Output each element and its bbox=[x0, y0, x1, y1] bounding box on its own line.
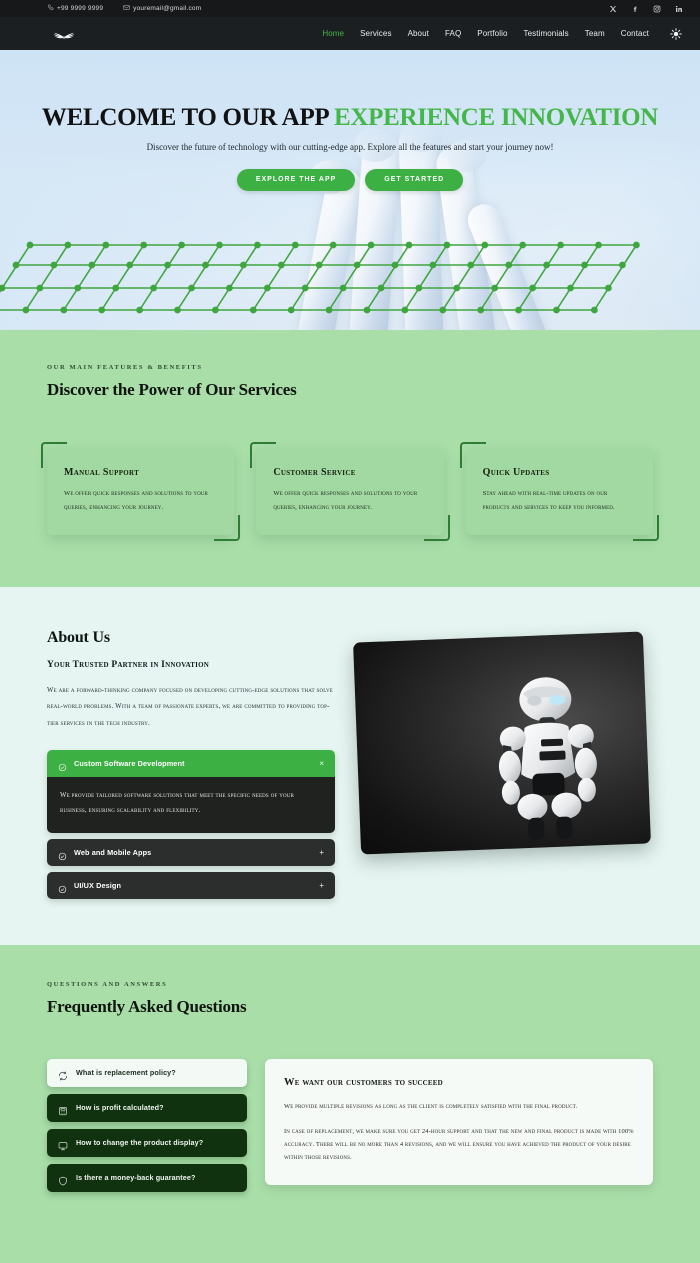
faq-tab-label: How to change the product display? bbox=[76, 1138, 204, 1148]
service-card[interactable]: Customer Service We offer quick response… bbox=[250, 442, 450, 541]
service-card-text: Stay ahead with real-time updates on our… bbox=[482, 490, 615, 511]
accordion-body: We provide tailored software solutions t… bbox=[47, 776, 335, 833]
hero-subtitle: Discover the future of technology with o… bbox=[146, 141, 554, 152]
faq-eyebrow: QUESTIONS AND ANSWERS bbox=[47, 980, 168, 988]
service-card-title: Quick Updates bbox=[482, 467, 550, 478]
about-paragraph: We are a forward-thinking company focuse… bbox=[47, 686, 333, 727]
faq-answer-heading: We want our customers to succeed bbox=[284, 1076, 443, 1088]
accordion-item-custom-software: Custom Software Development × We provide… bbox=[47, 749, 335, 833]
refresh-arrow-icon bbox=[58, 1068, 68, 1080]
hero-content: WELCOME TO OUR APP EXPERIENCE INNOVATION… bbox=[0, 50, 700, 191]
hero-title: WELCOME TO OUR APP EXPERIENCE INNOVATION bbox=[0, 104, 700, 132]
hero-title-accent: EXPERIENCE INNOVATION bbox=[333, 104, 659, 131]
sun-icon[interactable] bbox=[669, 27, 683, 41]
accordion-label: UI/UX Design bbox=[74, 880, 122, 890]
calculator-icon bbox=[58, 1103, 68, 1115]
accordion-label: Web and Mobile Apps bbox=[74, 847, 152, 857]
services-section: OUR MAIN FEATURES & BENEFITS Discover th… bbox=[0, 330, 700, 587]
accordion-header[interactable]: Custom Software Development × bbox=[47, 749, 335, 777]
hero-section: WELCOME TO OUR APP EXPERIENCE INNOVATION… bbox=[0, 50, 700, 330]
accordion-close-icon[interactable]: × bbox=[319, 759, 324, 768]
faq-tab-label: What is replacement policy? bbox=[76, 1068, 176, 1078]
service-card-title: Customer Service bbox=[273, 467, 356, 478]
faq-tab-replacement-policy[interactable]: What is replacement policy? bbox=[47, 1058, 247, 1087]
email-contact[interactable]: youremail@gmail.com bbox=[123, 4, 201, 13]
email-address: youremail@gmail.com bbox=[133, 5, 202, 12]
lattice-network-graphic bbox=[0, 241, 640, 314]
linkedin-icon[interactable] bbox=[674, 4, 683, 13]
monitor-icon bbox=[58, 1138, 68, 1150]
nav-link-home[interactable]: Home bbox=[314, 29, 352, 38]
about-accordion: Custom Software Development × We provide… bbox=[47, 749, 335, 899]
faq-title: Frequently Asked Questions bbox=[47, 996, 247, 1016]
accordion-item-ui-ux-design: UI/UX Design + bbox=[47, 871, 335, 899]
nav-link-faq[interactable]: FAQ bbox=[437, 29, 469, 38]
faq-answer-panel: We want our customers to succeed We prov… bbox=[265, 1058, 653, 1185]
phone-icon bbox=[47, 4, 54, 13]
top-contact-bar: +99 9999 9999 youremail@gmail.com bbox=[0, 0, 700, 17]
about-left-column: About Us Your Trusted Partner in Innovat… bbox=[47, 629, 335, 905]
check-circle-icon bbox=[58, 848, 67, 860]
about-right-column bbox=[353, 629, 653, 905]
faq-section: QUESTIONS AND ANSWERS Frequently Asked Q… bbox=[0, 944, 700, 1263]
hero-title-dark: WELCOME TO OUR APP bbox=[41, 104, 329, 131]
hero-buttons: EXPLORE THE APP GET STARTED bbox=[0, 168, 700, 191]
social-links bbox=[608, 4, 683, 13]
envelope-icon bbox=[123, 4, 130, 13]
x-icon[interactable] bbox=[608, 4, 617, 13]
services-title: Discover the Power of Our Services bbox=[47, 380, 297, 399]
faq-tab-money-back-guarantee[interactable]: Is there a money-back guarantee? bbox=[47, 1163, 247, 1192]
about-section: About Us Your Trusted Partner in Innovat… bbox=[0, 586, 700, 945]
check-circle-icon bbox=[58, 759, 67, 771]
service-card-text: We offer quick responses and solutions t… bbox=[64, 490, 208, 511]
accordion-item-web-mobile-apps: Web and Mobile Apps + bbox=[47, 838, 335, 866]
nav-link-contact[interactable]: Contact bbox=[613, 29, 657, 38]
phone-contact[interactable]: +99 9999 9999 bbox=[47, 4, 103, 13]
accordion-expand-icon[interactable]: + bbox=[319, 848, 324, 857]
shield-icon bbox=[58, 1173, 68, 1185]
humanoid-robot-figure bbox=[498, 676, 597, 840]
faq-grid: What is replacement policy? How is profi… bbox=[47, 1058, 653, 1199]
nav-link-portfolio[interactable]: Portfolio bbox=[469, 29, 515, 38]
services-cards: Manual Support We offer quick responses … bbox=[40, 442, 660, 541]
nav-links: Home Services About FAQ Portfolio Testim… bbox=[314, 29, 657, 38]
faq-tab-list: What is replacement policy? How is profi… bbox=[47, 1058, 247, 1199]
robot-photo bbox=[353, 631, 651, 855]
explore-app-button[interactable]: EXPLORE THE APP bbox=[236, 168, 356, 191]
faq-answer-paragraph-2: In case of replacement, we make sure you… bbox=[284, 1127, 634, 1162]
about-title: About Us bbox=[47, 628, 110, 646]
nav-link-testimonials[interactable]: Testimonials bbox=[516, 29, 577, 38]
faq-tab-product-display[interactable]: How to change the product display? bbox=[47, 1128, 247, 1157]
landing-page: +99 9999 9999 youremail@gmail.com Home S… bbox=[0, 0, 700, 1263]
faq-tab-label: How is profit calculated? bbox=[76, 1103, 164, 1113]
wings-logo-icon[interactable] bbox=[47, 24, 81, 44]
facebook-icon[interactable] bbox=[630, 4, 639, 13]
accordion-label: Custom Software Development bbox=[74, 758, 185, 768]
about-subtitle: Your Trusted Partner in Innovation bbox=[47, 659, 210, 670]
accordion-header[interactable]: UI/UX Design + bbox=[47, 871, 335, 899]
faq-answer-paragraph-1: We provide multiple revisions as long as… bbox=[284, 1102, 578, 1110]
service-card[interactable]: Manual Support We offer quick responses … bbox=[40, 442, 241, 541]
accordion-expand-icon[interactable]: + bbox=[319, 881, 324, 890]
service-card[interactable]: Quick Updates Stay ahead with real-time … bbox=[459, 442, 660, 541]
nav-link-services[interactable]: Services bbox=[352, 29, 399, 38]
phone-number: +99 9999 9999 bbox=[57, 5, 104, 12]
get-started-button[interactable]: GET STARTED bbox=[365, 168, 464, 191]
accordion-header[interactable]: Web and Mobile Apps + bbox=[47, 838, 335, 866]
nav-link-about[interactable]: About bbox=[400, 29, 437, 38]
faq-tab-profit-calculated[interactable]: How is profit calculated? bbox=[47, 1093, 247, 1122]
check-circle-icon bbox=[58, 881, 67, 893]
accordion-body-text: We provide tailored software solutions t… bbox=[60, 791, 295, 814]
services-eyebrow: OUR MAIN FEATURES & BENEFITS bbox=[47, 364, 203, 371]
service-card-text: We offer quick responses and solutions t… bbox=[273, 490, 418, 511]
nav-link-team[interactable]: Team bbox=[577, 29, 613, 38]
service-card-title: Manual Support bbox=[64, 467, 140, 478]
instagram-icon[interactable] bbox=[652, 4, 661, 13]
main-navbar: Home Services About FAQ Portfolio Testim… bbox=[0, 17, 700, 50]
